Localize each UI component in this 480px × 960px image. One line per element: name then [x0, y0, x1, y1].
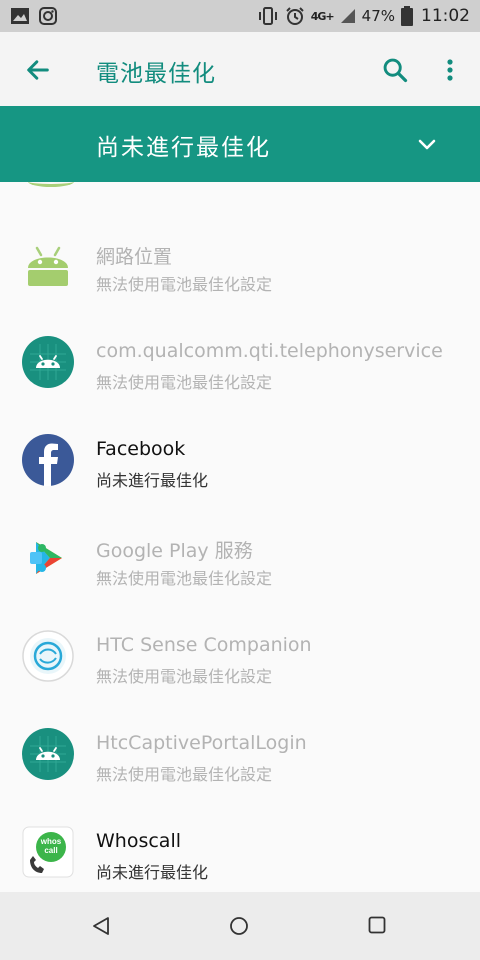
app-status: 尚未進行最佳化 [96, 471, 209, 490]
list-item[interactable]: Google Play 服務 無法使用電池最佳化設定 [0, 508, 480, 606]
android-teal-icon [22, 336, 74, 388]
svg-text:whos: whos [40, 837, 62, 846]
svg-text:call: call [44, 846, 57, 855]
app-name: Google Play 服務 [96, 540, 253, 562]
app-name: Whoscall [96, 830, 181, 852]
list-item[interactable]: HtcCaptivePortalLogin 無法使用電池最佳化設定 [0, 704, 480, 802]
status-bar: 4G+ 47% 11:02 [0, 0, 480, 32]
list-item[interactable]: com.qualcomm.qti.telephonyservice 無法使用電池… [0, 312, 480, 410]
page-title: 電池最佳化 [96, 61, 216, 87]
android-green-icon [28, 182, 74, 187]
list-item[interactable]: Facebook 尚未進行最佳化 [0, 410, 480, 508]
app-status: 無法使用電池最佳化設定 [96, 569, 273, 588]
list-item[interactable]: 網路位置 無法使用電池最佳化設定 [0, 214, 480, 312]
app-name: 網路位置 [96, 246, 173, 268]
instagram-icon [39, 7, 57, 25]
android-teal-icon [22, 728, 74, 780]
more-vert-icon[interactable] [440, 56, 460, 84]
app-name: HTC Sense Companion [96, 634, 312, 656]
whoscall-icon: whos call [22, 826, 74, 878]
network-type: 4G+ [310, 9, 335, 23]
signal-icon [340, 9, 355, 23]
app-status: 無法使用電池最佳化設定 [96, 667, 273, 686]
htc-sense-companion-icon [22, 630, 74, 682]
filter-label: 尚未進行最佳化 [96, 135, 271, 161]
gallery-icon [11, 8, 29, 24]
facebook-icon [22, 434, 74, 486]
app-status: 尚未進行最佳化 [96, 863, 209, 882]
android-green-icon [28, 246, 68, 286]
navigation-bar [0, 892, 480, 960]
nav-recents-icon[interactable] [368, 916, 386, 934]
battery-percent: 47% [361, 7, 395, 25]
app-bar: 電池最佳化 [0, 32, 480, 106]
google-play-services-icon [30, 542, 62, 574]
search-icon[interactable] [381, 56, 409, 84]
filter-dropdown[interactable]: 尚未進行最佳化 [0, 106, 480, 182]
app-status: 無法使用電池最佳化設定 [96, 373, 273, 392]
vibrate-icon [258, 7, 277, 25]
app-status: 無法使用電池最佳化設定 [96, 765, 273, 784]
nav-back-icon[interactable] [90, 916, 112, 936]
app-status: 無法使用電池最佳化設定 [96, 275, 273, 294]
clock: 11:02 [421, 6, 470, 26]
app-name: HtcCaptivePortalLogin [96, 732, 307, 754]
chevron-down-icon[interactable] [414, 134, 440, 154]
list-item[interactable]: HTC Sense Companion 無法使用電池最佳化設定 [0, 606, 480, 704]
app-list: 網路位置 無法使用電池最佳化設定 com.qualcomm.qti.teleph… [0, 182, 480, 892]
alarm-icon [286, 7, 304, 25]
list-item[interactable]: whos call Whoscall 尚未進行最佳化 [0, 802, 480, 892]
arrow-left-icon[interactable] [24, 56, 52, 84]
battery-icon [401, 6, 413, 26]
app-name: Facebook [96, 438, 186, 460]
nav-home-icon[interactable] [229, 916, 249, 936]
app-name: com.qualcomm.qti.telephonyservice [96, 340, 443, 362]
